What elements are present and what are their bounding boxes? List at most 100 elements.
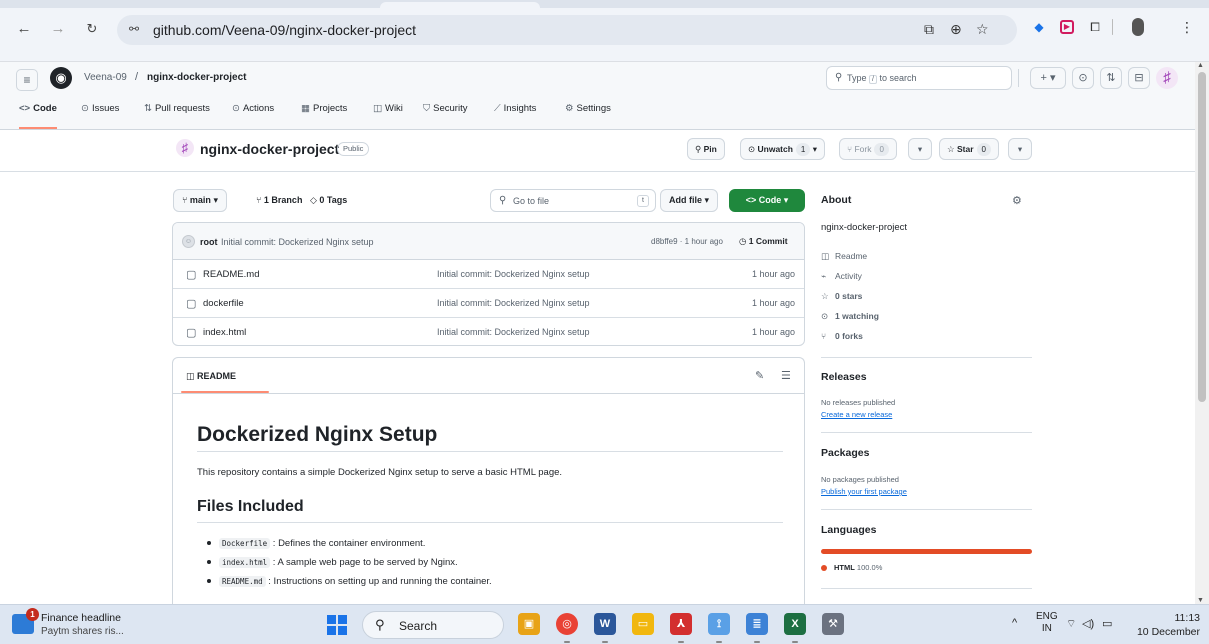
tab-security[interactable]: ⛉ Security [423,103,467,129]
taskbar-search[interactable]: ⚲ Search [362,611,504,639]
file-commit-message[interactable]: Initial commit: Dockerized Nginx setup [437,269,590,279]
address-bar[interactable]: ⚯ github.com/Veena-09/nginx-docker-proje… [117,15,1017,45]
fork-dropdown-button[interactable]: ▾ [908,138,932,160]
repo-title[interactable]: nginx-docker-project [200,141,339,157]
input-language[interactable]: ENG IN [1036,611,1058,635]
stars-link[interactable]: ☆ 0 stars [821,291,862,302]
star-dropdown-button[interactable]: ▾ [1008,138,1032,160]
word-app-icon[interactable]: W [594,613,616,635]
commit-count-link[interactable]: ◷ 1 Commit [739,236,788,247]
outline-list-icon[interactable]: ☰ [781,369,791,382]
tab-settings[interactable]: ⚙ Settings [565,103,611,129]
bookmark-star-icon[interactable]: ☆ [976,21,989,38]
file-name[interactable]: index.html [203,327,246,338]
tags-link[interactable]: ◇ 0 Tags [310,195,347,205]
branches-link[interactable]: ⑂ 1 Branch [256,195,302,205]
tab-wiki[interactable]: ◫ Wiki [373,103,403,129]
excel-app-icon[interactable]: X [784,613,806,635]
scrollbar-thumb[interactable] [1198,72,1206,402]
briefcase-app-icon[interactable]: ▣ [518,613,540,635]
pencil-icon[interactable]: ✎ [755,369,764,382]
news-title[interactable]: Finance headline [41,612,121,624]
packages-heading[interactable]: Packages [821,447,869,459]
windows-start-icon[interactable] [327,615,347,635]
clock[interactable]: 11:13 10 December [1120,611,1200,639]
tab-code[interactable]: <> Code [19,103,57,129]
commit-author[interactable]: root [200,237,218,247]
create-release-link[interactable]: Create a new release [821,410,892,419]
battery-icon[interactable]: ▭ [1102,617,1112,630]
file-name[interactable]: README.md [203,269,259,280]
table-row[interactable]: ▢ README.md Initial commit: Dockerized N… [173,260,804,289]
connect-app-icon[interactable]: ⟟ [708,613,730,635]
pull-requests-icon[interactable]: ⇅ [1100,67,1122,89]
scroll-up-icon[interactable]: ▲ [1197,62,1204,69]
notepad-app-icon[interactable]: ≣ [746,613,768,635]
file-commit-message[interactable]: Initial commit: Dockerized Nginx setup [437,298,590,308]
breadcrumb-repo[interactable]: nginx-docker-project [147,72,246,83]
fork-button[interactable]: ⑂ Fork 0 [839,138,897,160]
commit-author-avatar[interactable]: ☺ [182,235,195,248]
search-input[interactable]: ⚲ Type / to search [826,66,1012,90]
extensions-puzzle-icon[interactable]: ⧠ [1086,18,1104,36]
go-to-file-input[interactable]: ⚲ Go to file t [490,189,656,212]
file-explorer-icon[interactable]: ▭ [632,613,654,635]
wifi-icon[interactable]: ⌔ [1066,617,1076,631]
file-commit-message[interactable]: Initial commit: Dockerized Nginx setup [437,327,590,337]
scroll-down-icon[interactable]: ▼ [1197,597,1204,604]
volume-icon[interactable]: ◁) [1082,617,1094,630]
releases-heading[interactable]: Releases [821,371,867,383]
gear-icon[interactable]: ⚙ [1012,194,1022,207]
forks-link[interactable]: ⑂ 0 forks [821,331,863,341]
back-icon[interactable]: ← [14,19,34,39]
tab-actions[interactable]: ⊙ Actions [232,103,274,129]
extension-blue-icon[interactable]: ◆ [1030,18,1048,36]
readme-tab[interactable]: ◫ README [186,371,236,382]
news-subtitle[interactable]: Paytm shares ris... [41,626,124,637]
tray-chevron-icon[interactable]: ^ [1012,617,1017,629]
reload-icon[interactable]: ↻ [82,19,102,39]
page-scrollbar[interactable]: ▲ ▼ [1195,62,1209,604]
tab-projects[interactable]: ▦ Projects [301,103,347,129]
table-row[interactable]: ▢ dockerfile Initial commit: Dockerized … [173,289,804,318]
site-info-icon[interactable]: ⚯ [129,22,139,36]
pin-button[interactable]: ⚲ Pin [687,138,725,160]
url-text[interactable]: github.com/Veena-09/nginx-docker-project [153,22,416,38]
hamburger-menu-icon[interactable]: ≡ [16,69,38,91]
publish-package-link[interactable]: Publish your first package [821,487,907,496]
toolbar-divider [1112,19,1113,35]
tab-insights[interactable]: ⟋ Insights [494,103,536,129]
active-tab[interactable] [380,2,540,8]
pdf-app-icon[interactable]: ⅄ [670,613,692,635]
file-icon: ▢ [186,327,197,339]
create-new-button[interactable]: + ▾ [1030,67,1066,89]
forward-icon[interactable]: → [48,19,68,39]
issues-icon[interactable]: ⊙ [1072,67,1094,89]
branch-selector[interactable]: ⑂ main ▾ [173,189,227,212]
activity-link[interactable]: ⌁ Activity [821,271,862,282]
inbox-icon[interactable]: ⊟ [1128,67,1150,89]
cast-icon[interactable]: ⧉ [924,21,934,38]
star-button[interactable]: ☆ Star 0 [939,138,999,160]
user-avatar[interactable]: ♯ [1156,67,1178,89]
tool-app-icon[interactable]: ⚒ [822,613,844,635]
tab-issues[interactable]: ⊙ Issues [81,103,119,129]
zoom-icon[interactable]: ⊕ [950,21,962,38]
browser-menu-icon[interactable]: ⋮ [1178,18,1196,36]
file-name[interactable]: dockerfile [203,298,244,309]
readme-link[interactable]: ◫ Readme [821,251,867,262]
commit-hash-time[interactable]: d8bffe9 · 1 hour ago [651,237,723,246]
watching-link[interactable]: ⊙ 1 watching [821,311,879,322]
commit-message[interactable]: Initial commit: Dockerized Nginx setup [221,237,374,247]
extension-red-icon[interactable]: ▶ [1060,20,1074,34]
breadcrumb-owner[interactable]: Veena-09 [84,72,127,83]
language-item[interactable]: HTML 100.0% [821,563,882,572]
chrome-app-icon[interactable]: ◎ [556,613,578,635]
github-logo-icon[interactable]: ◉ [50,67,72,89]
tab-pull-requests[interactable]: ⇅ Pull requests [144,103,210,129]
table-row[interactable]: ▢ index.html Initial commit: Dockerized … [173,318,804,345]
unwatch-button[interactable]: ⊙ Unwatch 1 ▾ [740,138,826,160]
profile-avatar-icon[interactable] [1132,18,1144,36]
add-file-button[interactable]: Add file ▾ [660,189,719,212]
code-button[interactable]: <> Code ▾ [729,189,805,212]
